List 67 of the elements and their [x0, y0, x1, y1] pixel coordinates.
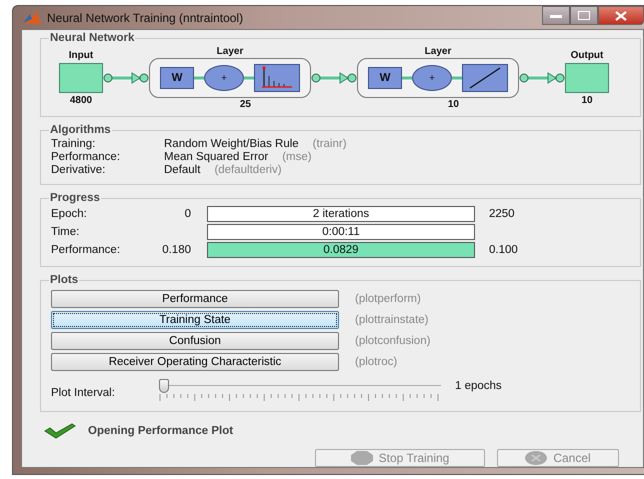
connector-arrow — [103, 72, 149, 84]
output-size: 10 — [581, 95, 593, 106]
start-value: 0.180 — [162, 244, 191, 256]
group-title: Neural Network — [49, 32, 136, 44]
field-label: Derivative: — [51, 164, 106, 176]
field-label: Training: — [51, 138, 96, 150]
wire-line — [402, 76, 412, 80]
algorithm-name: Random Weight/Bias Rule — [164, 138, 299, 150]
field-label: Performance: — [51, 151, 122, 163]
close-icon — [615, 10, 627, 20]
layer-size: 10 — [448, 99, 459, 110]
output-node — [565, 63, 609, 93]
sum-node: + — [412, 65, 452, 91]
wire-line — [194, 76, 204, 80]
start-value: 0 — [184, 208, 191, 220]
group-title: Plots — [49, 274, 80, 286]
function-code: (plottrainstate) — [355, 314, 430, 326]
weight-block: W — [160, 67, 194, 89]
end-value: 2250 — [489, 208, 515, 220]
maximize-icon — [578, 11, 590, 20]
function-code: (plotconfusion) — [355, 335, 432, 347]
status-message: Opening Performance Plot — [88, 425, 234, 437]
linear-function-icon — [462, 64, 508, 92]
function-code: (plotperform) — [355, 293, 422, 305]
field-label: Performance: — [51, 244, 122, 256]
input-label: Input — [68, 50, 94, 61]
maximize-button[interactable] — [570, 6, 598, 25]
interval-reading: 1 epochs — [455, 380, 502, 392]
plot-button[interactable]: Receiver Operating Characteristic — [51, 353, 339, 371]
window-title: Neural Network Training (nntraintool) — [47, 10, 244, 24]
cancel-icon — [525, 451, 548, 465]
field-label: Epoch: — [51, 208, 88, 220]
function-code: (plotroc) — [355, 356, 398, 368]
minimize-button[interactable] — [542, 6, 570, 25]
plot-button[interactable]: Confusion — [51, 332, 339, 350]
wire-line — [244, 76, 254, 80]
function-code: (defaultderiv) — [214, 164, 282, 176]
check-icon — [44, 423, 76, 439]
input-size: 4800 — [70, 95, 92, 106]
algorithm-name: Default — [164, 164, 200, 176]
slider-thumb[interactable] — [159, 379, 169, 393]
progress-text: 0.0829 — [322, 243, 360, 257]
plot-button[interactable]: Training State — [51, 311, 339, 329]
peak-logo-icon — [23, 10, 41, 24]
plot-button[interactable]: Performance — [51, 290, 339, 308]
stop-icon — [350, 451, 373, 465]
input-node — [59, 63, 103, 93]
wire-line — [452, 76, 462, 80]
connector-arrow — [311, 72, 357, 84]
output-label: Output — [570, 50, 604, 61]
weight-block: W — [368, 67, 402, 89]
connector-arrow — [519, 72, 565, 84]
group-title: Algorithms — [49, 124, 112, 136]
algorithm-name: Mean Squared Error — [164, 151, 268, 163]
function-code: (mse) — [282, 151, 312, 163]
transfer-bars-icon — [254, 64, 300, 92]
sum-node: + — [204, 65, 244, 91]
close-button[interactable] — [598, 6, 644, 25]
layer-size: 25 — [240, 99, 251, 110]
group-title: Progress — [49, 192, 101, 204]
end-value: 0.100 — [489, 244, 518, 256]
layer-label: Layer — [216, 46, 244, 57]
field-label: Plot Interval: — [51, 387, 116, 399]
minimize-icon — [550, 14, 562, 18]
layer-label: Layer — [424, 46, 452, 57]
function-code: (trainr) — [312, 138, 347, 150]
field-label: Time: — [51, 226, 80, 238]
